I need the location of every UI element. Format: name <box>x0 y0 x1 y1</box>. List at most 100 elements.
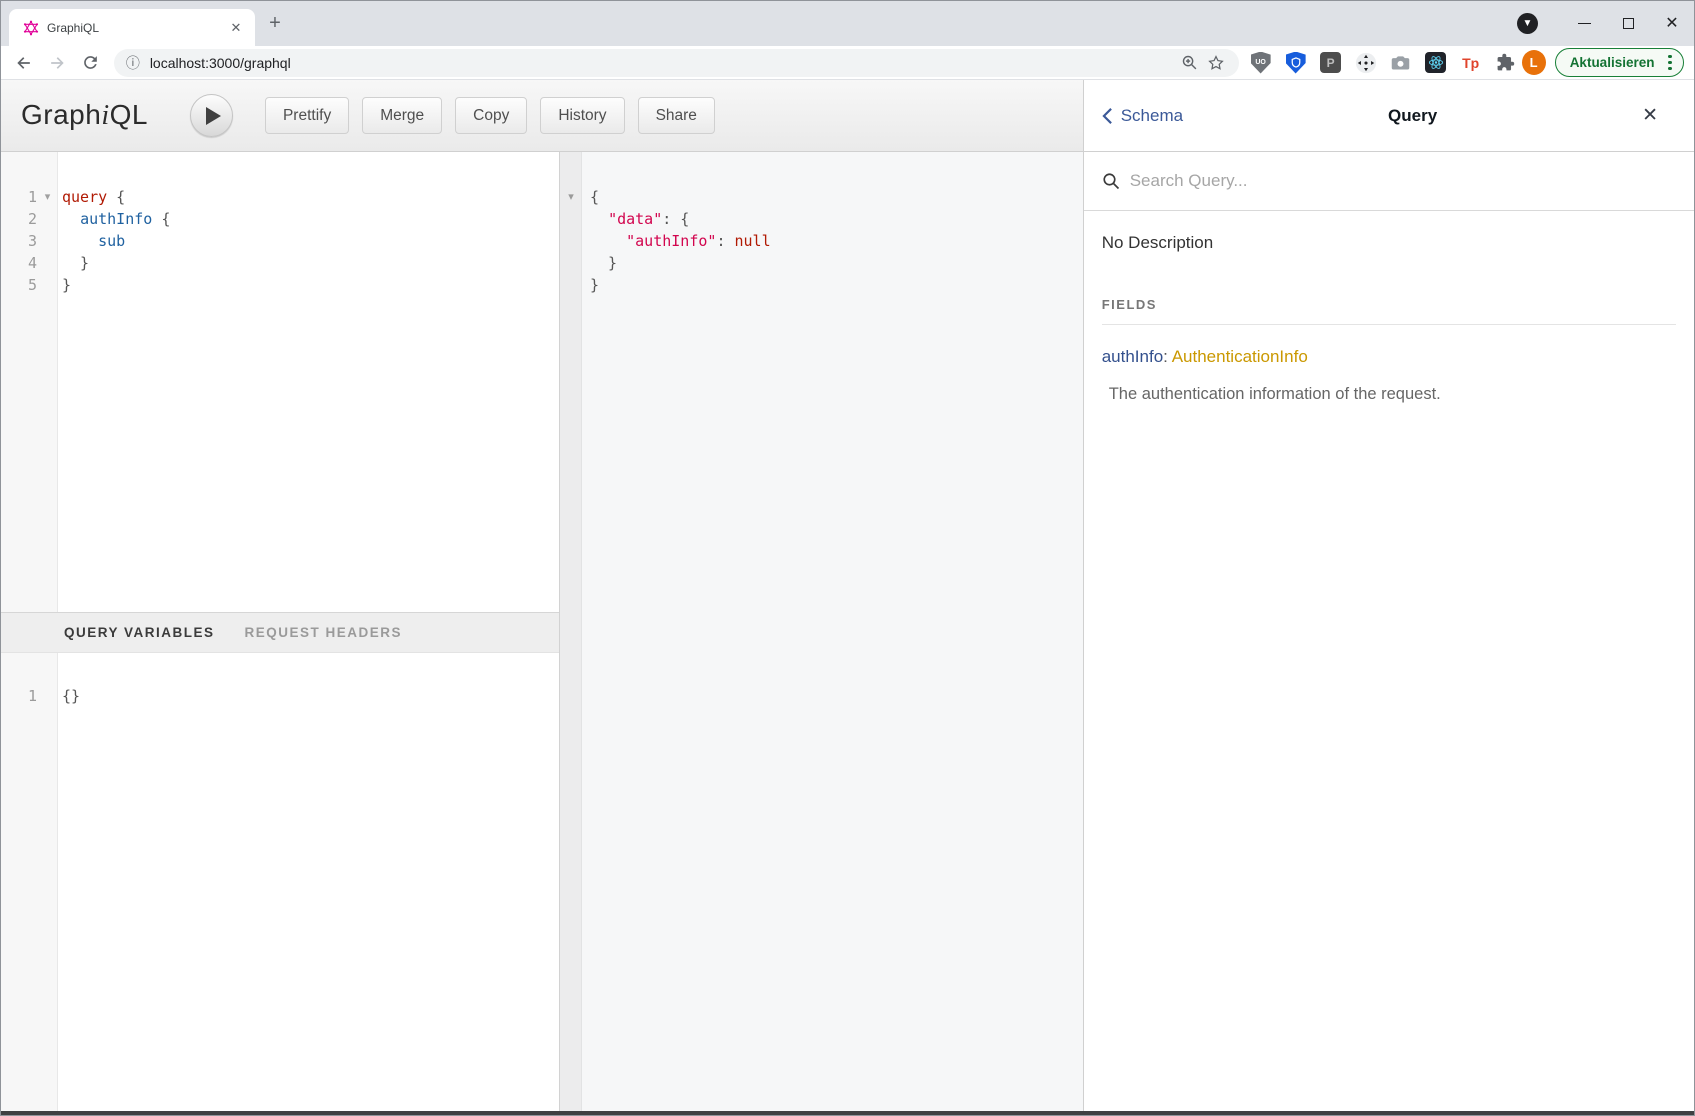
forward-button[interactable] <box>44 49 71 77</box>
fold-spacer <box>37 252 58 274</box>
fold-arrow-icon[interactable]: ▾ <box>560 186 582 208</box>
query-editor[interactable]: 1▾query {2 authInfo {3 sub4 }5} <box>1 152 559 612</box>
zoom-page-icon[interactable] <box>1177 50 1203 76</box>
fold-spacer <box>37 230 58 252</box>
react-devtools-extension-icon[interactable] <box>1424 51 1448 75</box>
fold-spacer <box>560 252 582 274</box>
code-line[interactable]: 1 {} <box>1 685 559 707</box>
play-icon <box>206 107 221 125</box>
code-line[interactable]: 2 authInfo { <box>1 208 559 230</box>
graphiql-main: GraphiQL Prettify Merge Copy History Sha… <box>1 80 1083 1112</box>
graphql-favicon-icon <box>23 20 39 36</box>
doc-panel-title: Query <box>1183 106 1642 126</box>
chrome-update-menu-button[interactable]: Aktualisieren <box>1555 48 1684 77</box>
line-number: 1 <box>1 685 37 707</box>
maximize-button[interactable] <box>1606 8 1650 40</box>
browser-window: GraphiQL ✕ + ▼ ✕ ⓘ localhost:3000/graphq… <box>0 0 1695 1116</box>
field-name-link[interactable]: authInfo <box>1102 347 1163 366</box>
doc-search-row <box>1084 152 1694 211</box>
browser-toolbar: ⓘ localhost:3000/graphql UO <box>1 46 1694 80</box>
new-tab-button[interactable]: + <box>263 12 287 36</box>
url-bar[interactable]: ⓘ localhost:3000/graphql <box>114 49 1239 77</box>
code-line[interactable]: } <box>560 274 1083 296</box>
variables-tab-bar: QUERY VARIABLES REQUEST HEADERS <box>1 612 559 653</box>
history-button[interactable]: History <box>540 97 624 134</box>
kebab-menu-icon <box>1663 55 1677 71</box>
fold-arrow-icon[interactable]: ▾ <box>37 186 58 208</box>
execute-query-button[interactable] <box>190 94 233 137</box>
page-info-icon[interactable]: ⓘ <box>126 53 140 73</box>
query-column: 1▾query {2 authInfo {3 sub4 }5} QUERY VA… <box>1 152 559 1112</box>
move-circle-extension-icon[interactable] <box>1354 51 1378 75</box>
tab-close-icon[interactable]: ✕ <box>227 19 245 37</box>
variables-editor-gutter <box>1 653 58 1113</box>
chrome-status-badge-icon[interactable]: ▼ <box>1517 13 1538 34</box>
close-window-button[interactable]: ✕ <box>1650 8 1694 40</box>
reload-button[interactable] <box>77 49 104 77</box>
ublock-extension-icon[interactable]: UO <box>1249 51 1273 75</box>
doc-explorer-header: Schema Query ✕ <box>1084 80 1694 152</box>
code-text: } <box>58 274 71 296</box>
code-line[interactable]: 4 } <box>1 252 559 274</box>
fold-spacer <box>560 208 582 230</box>
tab-request-headers[interactable]: REQUEST HEADERS <box>245 625 403 640</box>
code-line[interactable]: 3 sub <box>1 230 559 252</box>
code-text: sub <box>58 230 125 252</box>
doc-search-input[interactable] <box>1130 171 1676 191</box>
share-button[interactable]: Share <box>638 97 715 134</box>
minimize-button[interactable] <box>1562 8 1606 40</box>
fold-spacer <box>37 208 58 230</box>
field-type-link[interactable]: AuthenticationInfo <box>1172 347 1308 366</box>
code-line[interactable]: "authInfo": null <box>560 230 1083 252</box>
variables-editor[interactable]: 1 {} <box>1 653 559 1113</box>
code-line[interactable]: "data": { <box>560 208 1083 230</box>
tab-title: GraphiQL <box>47 21 227 35</box>
code-line[interactable]: 1▾query { <box>1 186 559 208</box>
camera-extension-icon[interactable] <box>1389 51 1413 75</box>
result-fold-gutter <box>560 152 582 1112</box>
code-text: { <box>582 186 599 208</box>
doc-back-label: Schema <box>1121 106 1183 126</box>
doc-explorer-panel: Schema Query ✕ No Description FIELDS aut… <box>1083 80 1694 1112</box>
code-line[interactable]: 5} <box>1 274 559 296</box>
code-text: "data": { <box>582 208 689 230</box>
code-line[interactable]: ▾{ <box>560 186 1083 208</box>
code-text: query { <box>58 186 125 208</box>
doc-body: No Description FIELDS authInfo: Authenti… <box>1084 211 1694 404</box>
copy-button[interactable]: Copy <box>455 97 527 134</box>
result-pane[interactable]: ▾{ "data": { "authInfo": null }} <box>559 152 1083 1112</box>
bookmark-star-icon[interactable] <box>1203 50 1229 76</box>
extensions-puzzle-icon[interactable] <box>1494 51 1518 75</box>
code-line[interactable]: } <box>560 252 1083 274</box>
doc-back-link[interactable]: Schema <box>1102 106 1183 126</box>
line-number: 2 <box>1 208 37 230</box>
doc-close-icon[interactable]: ✕ <box>1642 104 1658 127</box>
browser-titlebar: GraphiQL ✕ + ▼ ✕ <box>1 1 1694 46</box>
doc-field-description: The authentication information of the re… <box>1102 385 1676 404</box>
code-text: } <box>582 274 599 296</box>
bitwarden-extension-icon[interactable] <box>1284 51 1308 75</box>
fold-spacer <box>560 274 582 296</box>
window-controls: ▼ ✕ <box>1517 1 1694 46</box>
fold-spacer <box>37 685 58 707</box>
fold-spacer <box>560 230 582 252</box>
tp-extension-icon[interactable]: Tp <box>1459 51 1483 75</box>
browser-tab[interactable]: GraphiQL ✕ <box>9 9 255 46</box>
code-text: } <box>582 252 617 274</box>
code-text: {} <box>58 685 80 707</box>
line-number: 1 <box>1 186 37 208</box>
tab-query-variables[interactable]: QUERY VARIABLES <box>64 625 215 640</box>
doc-fields-header: FIELDS <box>1102 297 1676 325</box>
back-button[interactable] <box>11 49 38 77</box>
p-extension-icon[interactable]: P <box>1319 51 1343 75</box>
merge-button[interactable]: Merge <box>362 97 442 134</box>
editors-area: 1▾query {2 authInfo {3 sub4 }5} QUERY VA… <box>1 152 1083 1112</box>
code-text: } <box>58 252 89 274</box>
url-text[interactable]: localhost:3000/graphql <box>150 55 1177 71</box>
doc-no-description: No Description <box>1102 233 1676 253</box>
extensions-row: UO P <box>1249 51 1518 75</box>
doc-field-item: authInfo: AuthenticationInfo <box>1102 347 1676 367</box>
profile-avatar[interactable]: L <box>1522 50 1546 75</box>
search-icon <box>1102 172 1120 190</box>
prettify-button[interactable]: Prettify <box>265 97 349 134</box>
